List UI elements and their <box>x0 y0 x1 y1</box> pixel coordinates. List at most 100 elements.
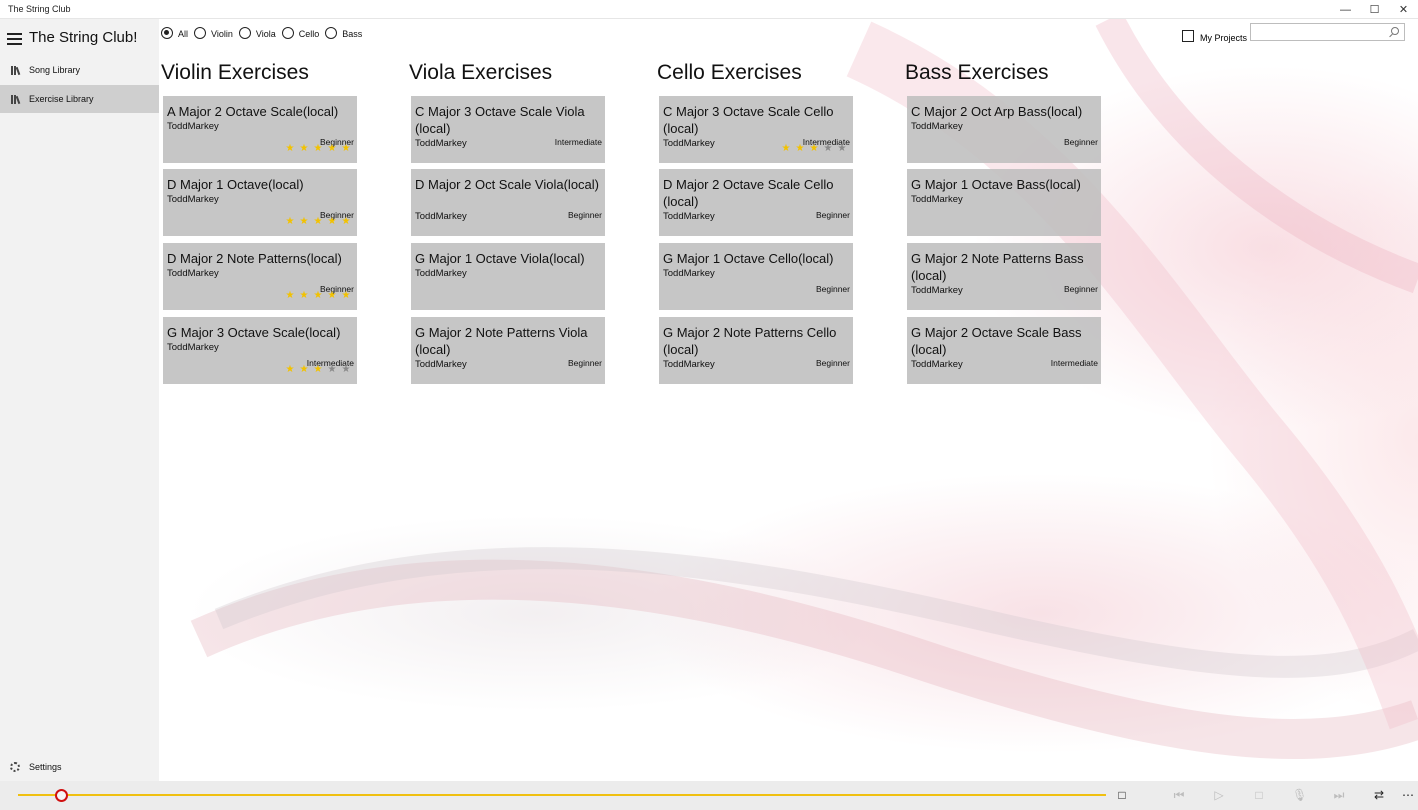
column-title: Cello Exercises <box>657 61 802 84</box>
filter-all[interactable]: All <box>161 26 188 39</box>
hamburger-menu-icon[interactable] <box>7 33 22 45</box>
radio-button[interactable] <box>194 26 207 39</box>
exercise-card[interactable]: G Major 1 Octave Viola(local) ToddMarkey <box>411 243 605 310</box>
card-level: Beginner <box>815 358 850 368</box>
sidebar-item-settings[interactable]: Settings <box>0 757 62 777</box>
close-button[interactable]: ✕ <box>1389 0 1418 19</box>
exercise-card[interactable]: A Major 2 Octave Scale(local) ToddMarkey B… <box>163 96 357 163</box>
play-icon[interactable]: ▷ <box>1212 788 1226 802</box>
exercise-card[interactable]: D Major 2 Note Patterns(local) ToddMarkey… <box>163 243 357 310</box>
rating-stars: ★ ★ ★ ★ ★ <box>779 144 849 154</box>
sidebar: The String Club! Song Library Exercise L… <box>0 19 159 781</box>
filter-cello[interactable]: Cello <box>281 26 319 39</box>
sidebar-item-song-library[interactable]: Song Library <box>0 56 159 84</box>
card-author: ToddMarkey <box>911 285 963 296</box>
window-title: The String Club <box>8 4 71 14</box>
card-author: ToddMarkey <box>911 194 963 205</box>
star-icon: ★ <box>341 290 351 301</box>
card-title: D Major 2 Octave Scale Cello (local) <box>663 177 834 209</box>
exercise-card[interactable]: G Major 3 Octave Scale(local) ToddMarkey I… <box>163 317 357 384</box>
app-name: The String Club! <box>29 29 138 46</box>
progress-thumb[interactable] <box>54 789 68 802</box>
progress-track[interactable] <box>18 794 1106 796</box>
exercise-card[interactable]: G Major 2 Note Patterns Viola (local) Tod… <box>411 317 605 384</box>
exercise-card[interactable]: C Major 3 Octave Scale Viola (local) Todd… <box>411 96 605 163</box>
microphone-icon[interactable]: 🎙 <box>1292 788 1307 802</box>
star-icon: ★ <box>313 216 323 227</box>
exercise-card[interactable]: G Major 2 Octave Scale Bass (local) ToddM… <box>907 317 1101 384</box>
card-level: Beginner <box>1063 284 1098 294</box>
star-icon: ★ <box>327 143 337 154</box>
exercise-card[interactable]: D Major 1 Octave(local) ToddMarkey Beginne… <box>163 169 357 236</box>
star-icon: ★ <box>327 364 337 375</box>
skip-forward-icon[interactable]: ⏭ <box>1332 788 1346 802</box>
more-icon[interactable]: ⋯ <box>1401 788 1415 802</box>
star-icon: ★ <box>341 143 351 154</box>
sidebar-item-label: Exercise Library <box>29 94 94 104</box>
card-title: A Major 2 Octave Scale(local) <box>167 104 339 119</box>
filter-bass[interactable]: Bass <box>325 26 362 39</box>
library-icon <box>11 94 21 104</box>
my-projects-toggle[interactable]: My Projects <box>1182 29 1247 43</box>
exercise-card[interactable]: G Major 1 Octave Bass(local) ToddMarkey <box>907 169 1101 236</box>
exercise-card[interactable]: C Major 3 Octave Scale Cello (local) Todd… <box>659 96 853 163</box>
star-icon: ★ <box>327 290 337 301</box>
star-icon: ★ <box>285 364 295 375</box>
exercise-column: Violin Exercises A Major 2 Octave Scale(l… <box>161 61 361 384</box>
repeat-icon[interactable]: ⇄ <box>1372 788 1386 802</box>
search-icon[interactable] <box>1391 27 1399 35</box>
radio-label: All <box>178 29 189 39</box>
radio-button[interactable] <box>281 26 294 39</box>
main-content: All Violin Viola Cello Bass My Projects … <box>159 19 1418 781</box>
stop-icon[interactable]: □ <box>1252 788 1266 802</box>
exercise-card[interactable]: G Major 2 Note Patterns Bass (local) Todd… <box>907 243 1101 310</box>
column-title: Viola Exercises <box>409 61 553 84</box>
card-author: ToddMarkey <box>167 121 219 132</box>
exercise-card[interactable]: D Major 2 Oct Scale Viola(local) ToddMark… <box>411 169 605 236</box>
exercise-card[interactable]: G Major 1 Octave Cello(local) ToddMarkey B… <box>659 243 853 310</box>
card-level: Intermediate <box>554 137 602 147</box>
minimize-button[interactable]: — <box>1331 0 1360 19</box>
card-level: Intermediate <box>1050 358 1098 368</box>
exercise-column: Cello Exercises C Major 3 Octave Scale Ce… <box>657 61 857 384</box>
star-icon: ★ <box>285 290 295 301</box>
card-author: ToddMarkey <box>663 211 715 222</box>
star-icon: ★ <box>299 143 309 154</box>
exercise-card[interactable]: G Major 2 Note Patterns Cello (local) Tod… <box>659 317 853 384</box>
filter-viola[interactable]: Viola <box>238 26 276 39</box>
title-bar: The String Club — ☐ ✕ <box>0 0 1418 19</box>
skip-back-icon[interactable]: ⏮ <box>1172 788 1186 802</box>
maximize-button[interactable]: ☐ <box>1360 0 1389 19</box>
card-author: ToddMarkey <box>911 121 963 132</box>
gear-icon <box>10 762 20 772</box>
card-author: ToddMarkey <box>415 359 467 370</box>
radio-button[interactable] <box>238 26 251 39</box>
stop-square-button[interactable]: □ <box>1115 788 1129 802</box>
radio-button[interactable] <box>161 26 173 39</box>
star-icon: ★ <box>299 216 309 227</box>
settings-label: Settings <box>29 762 62 772</box>
card-title: D Major 1 Octave(local) <box>167 177 304 192</box>
card-level: Beginner <box>815 284 850 294</box>
star-icon: ★ <box>341 364 351 375</box>
card-title: G Major 1 Octave Bass(local) <box>911 177 1081 192</box>
exercise-card[interactable]: C Major 2 Oct Arp Bass(local) ToddMarkey B… <box>907 96 1101 163</box>
card-title: G Major 1 Octave Cello(local) <box>663 251 834 266</box>
star-icon: ★ <box>795 143 805 154</box>
card-author: ToddMarkey <box>415 268 467 279</box>
card-title: G Major 2 Note Patterns Bass (local) <box>911 251 1084 283</box>
rating-stars: ★ ★ ★ ★ ★ <box>283 291 353 301</box>
exercise-card[interactable]: D Major 2 Octave Scale Cello (local) Todd… <box>659 169 853 236</box>
filter-violin[interactable]: Violin <box>194 26 233 39</box>
radio-button[interactable] <box>325 26 338 39</box>
sidebar-item-exercise-library[interactable]: Exercise Library <box>0 85 159 113</box>
search-input[interactable] <box>1250 23 1405 41</box>
my-projects-label: My Projects <box>1200 33 1248 43</box>
card-title: D Major 2 Note Patterns(local) <box>167 251 342 266</box>
card-level: Beginner <box>567 358 602 368</box>
my-projects-checkbox[interactable] <box>1182 30 1194 42</box>
star-icon: ★ <box>341 216 351 227</box>
star-icon: ★ <box>313 364 323 375</box>
rating-stars: ★ ★ ★ ★ ★ <box>283 217 353 227</box>
star-icon: ★ <box>809 143 819 154</box>
